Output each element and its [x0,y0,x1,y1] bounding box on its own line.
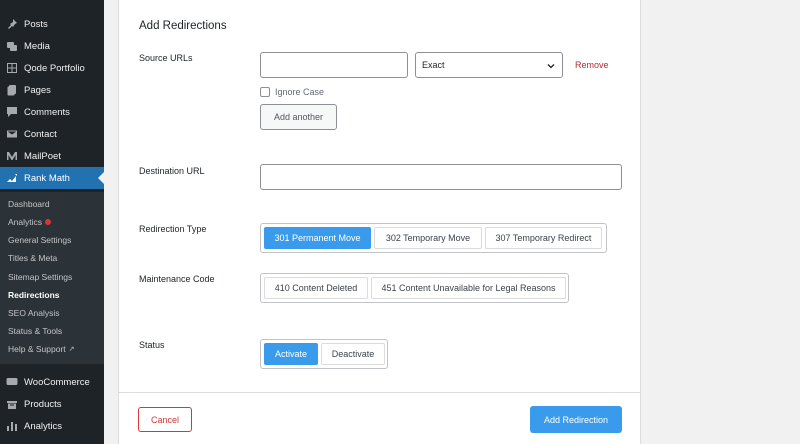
menu-item-pages[interactable]: Pages [0,79,104,101]
menu-label: Analytics [24,420,63,432]
menu-label: Products [24,398,62,410]
rank-math-submenu: Dashboard Analytics General Settings Tit… [0,192,104,364]
add-another-button[interactable]: Add another [260,104,337,130]
menu-label: Contact [24,128,57,140]
menu-item-media[interactable]: Media [0,35,104,57]
menu-item-contact[interactable]: Contact [0,123,104,145]
cancel-button[interactable]: Cancel [138,407,192,432]
chevron-down-icon [547,64,555,69]
submenu-item-sitemap-settings[interactable]: Sitemap Settings [8,272,72,282]
menu-item-analytics[interactable]: Analytics [0,415,104,437]
submenu-item-titles-meta[interactable]: Titles & Meta [8,253,57,263]
add-redirections-card: Add Redirections Source URLs Exact Remov… [118,0,641,444]
menu-label: Rank Math [24,172,70,184]
option-302-temporary-move[interactable]: 302 Temporary Move [374,227,482,249]
status-group: Activate Deactivate [260,339,388,369]
menu-label: Media [24,40,50,52]
notification-dot-icon [45,219,52,225]
menu-item-rank-math[interactable]: Rank Math [0,167,104,189]
option-451-unavailable-legal[interactable]: 451 Content Unavailable for Legal Reason… [371,277,566,299]
activate-option[interactable]: Activate [264,343,318,365]
menu-label: WooCommerce [24,376,90,388]
menu-label: Comments [24,106,70,118]
media-icon [6,40,18,52]
status-label: Status [139,340,165,350]
source-url-input[interactable] [260,52,408,78]
submenu-item-status-tools[interactable]: Status & Tools [8,326,62,336]
page-title: Add Redirections [139,20,227,32]
menu-label: Qode Portfolio [24,62,85,74]
option-410-content-deleted[interactable]: 410 Content Deleted [264,277,368,299]
add-redirection-button[interactable]: Add Redirection [530,406,622,433]
deactivate-option[interactable]: Deactivate [321,343,385,365]
external-link-icon: ↗ [68,346,75,353]
submenu-item-general-settings[interactable]: General Settings [8,235,71,245]
redirection-type-label: Redirection Type [139,224,207,234]
redirection-type-group: 301 Permanent Move 302 Temporary Move 30… [260,223,607,253]
submenu-item-analytics[interactable]: Analytics [8,217,52,227]
submenu-item-help-support[interactable]: Help & Support ↗ [8,344,75,354]
menu-label: Posts [24,18,48,30]
ignore-case-checkbox[interactable] [260,87,270,97]
portfolio-icon [6,62,18,74]
pages-icon [6,84,18,96]
menu-label: Pages [24,84,51,96]
remove-link[interactable]: Remove [575,60,609,70]
products-icon [6,398,18,410]
mailpoet-icon [6,150,18,162]
source-urls-label: Source URLs [139,53,193,63]
woocommerce-icon [6,376,18,388]
mail-icon [6,128,18,140]
rank-math-icon [6,172,18,184]
menu-item-posts[interactable]: Posts [0,13,104,35]
menu-label: MailPoet [24,150,61,162]
maintenance-code-label: Maintenance Code [139,274,215,284]
destination-url-input[interactable] [260,164,622,190]
comments-icon [6,106,18,118]
menu-item-qode-portfolio[interactable]: Qode Portfolio [0,57,104,79]
ignore-case-label: Ignore Case [275,87,325,97]
match-type-select[interactable]: Exact [415,52,563,78]
menu-item-mailpoet[interactable]: MailPoet [0,145,104,167]
option-307-temporary-redirect[interactable]: 307 Temporary Redirect [485,227,602,249]
submenu-item-dashboard[interactable]: Dashboard [8,199,50,209]
destination-url-label: Destination URL [139,166,205,176]
admin-sidebar: Posts Media Qode Portfolio Pages Comment… [0,0,104,444]
menu-item-comments[interactable]: Comments [0,101,104,123]
form-footer: Cancel Add Redirection [119,392,640,444]
submenu-item-redirections[interactable]: Redirections [8,290,60,300]
menu-item-products[interactable]: Products [0,393,104,415]
pin-icon [6,18,18,30]
analytics-icon [6,420,18,432]
menu-item-woocommerce[interactable]: WooCommerce [0,371,104,393]
submenu-item-seo-analysis[interactable]: SEO Analysis [8,308,60,318]
option-301-permanent-move[interactable]: 301 Permanent Move [264,227,371,249]
maintenance-code-group: 410 Content Deleted 451 Content Unavaila… [260,273,569,303]
